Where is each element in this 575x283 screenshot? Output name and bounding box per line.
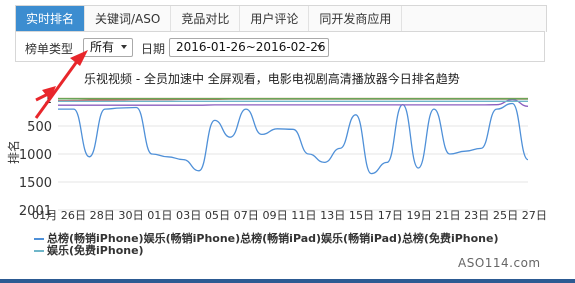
- footer-bar: [0, 279, 575, 283]
- chart-legend: 总榜(畅销iPhone)娱乐(畅销iPhone)总榜(畅销iPad)娱乐(畅销i…: [34, 233, 544, 257]
- legend-item[interactable]: 娱乐(畅销iPad): [321, 232, 402, 245]
- legend-item[interactable]: 娱乐(免费iPhone): [34, 244, 144, 257]
- red-arrow-shaft: [34, 59, 80, 119]
- red-arrow-head: [70, 50, 88, 66]
- watermark: ASO114.com: [458, 256, 541, 270]
- legend-item[interactable]: 总榜(畅销iPad): [240, 232, 321, 245]
- legend-item[interactable]: 总榜(免费iPhone): [402, 232, 499, 245]
- legend-item[interactable]: 娱乐(畅销iPhone): [144, 232, 241, 245]
